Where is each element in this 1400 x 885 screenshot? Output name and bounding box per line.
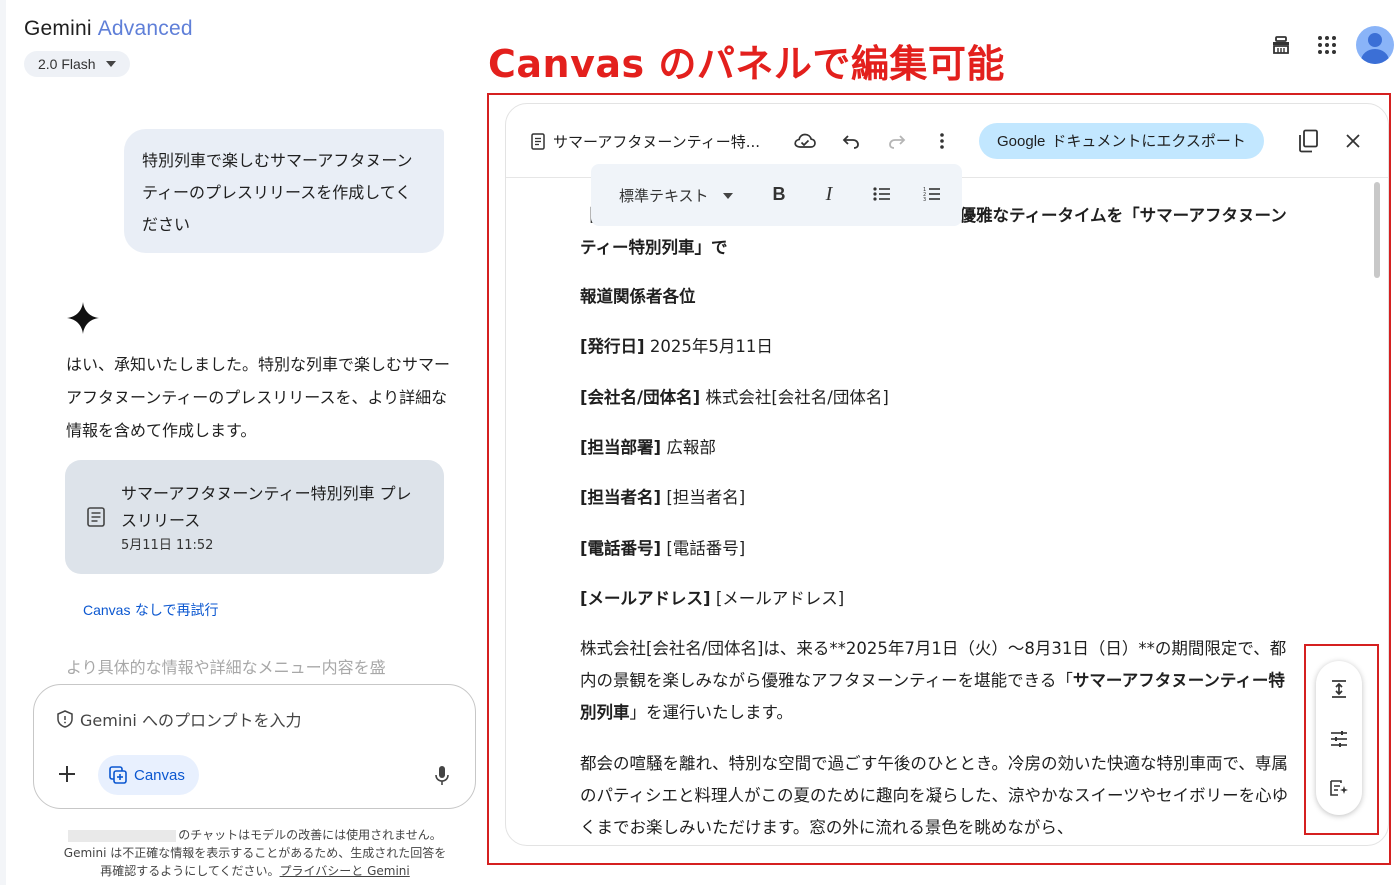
doc-card-title: サマーアフタヌーンティー特別列車 プレスリリース — [121, 484, 412, 530]
undo-icon[interactable] — [840, 130, 862, 152]
canvas-icon — [109, 766, 127, 784]
more-options-icon[interactable] — [931, 130, 953, 152]
app-title: Gemini Advanced — [24, 17, 193, 41]
model-label: 2.0 Flash — [38, 56, 96, 72]
formatting-toolbar: 標準テキスト B I 1 2 3 — [591, 164, 962, 226]
italic-button[interactable]: I — [817, 182, 841, 206]
avatar-body — [1361, 49, 1389, 64]
export-google: Google — [997, 133, 1046, 150]
field-value: [電話番号] — [661, 539, 746, 558]
prompt-placeholder: Gemini へのプロンプトを入力 — [80, 711, 302, 730]
doc-salutation: 報道関係者各位 — [580, 287, 696, 306]
field-value: [メールアドレス] — [710, 589, 845, 608]
canvas-label: Canvas — [134, 766, 185, 784]
bulleted-list-icon[interactable] — [870, 182, 894, 206]
doc-paragraph-intro: 株式会社[会社名/団体名]は、来る**2025年7月1日（火）〜8月31日（日）… — [580, 633, 1300, 729]
chevron-down-icon — [105, 61, 116, 67]
annotation-frame-side-tools — [1304, 644, 1379, 835]
doc-field-phone: [電話番号] [電話番号] — [580, 533, 1300, 565]
scrollbar[interactable] — [1374, 182, 1380, 278]
brand-tier: Advanced — [97, 17, 193, 40]
redo-icon[interactable] — [886, 130, 908, 152]
suggestion-text: より具体的な情報や詳細なメニュー内容を盛 — [66, 658, 386, 677]
annotation-headline: Canvas のパネルで編集可能 — [488, 42, 1005, 86]
field-label: [電話番号] — [580, 539, 662, 558]
canvas-panel: サマーアフタヌーンティー特... Google ドキュメントにエクスポート 標準… — [505, 103, 1389, 846]
canvas-title-text: サマーアフタヌーンティー特... — [553, 133, 761, 151]
doc-field-date: [発行日] 2025年5月11日 — [580, 331, 1300, 363]
retry-suffix: なしで再試行 — [130, 603, 219, 619]
doc-field-email: [メールアドレス] [メールアドレス] — [580, 583, 1300, 615]
bold-button[interactable]: B — [767, 182, 791, 206]
copy-icon[interactable] — [1296, 129, 1320, 153]
document-icon — [87, 507, 105, 527]
field-label: [担当部署] — [580, 438, 662, 457]
model-selector[interactable]: 2.0 Flash — [24, 51, 130, 77]
add-icon[interactable] — [56, 763, 78, 785]
doc-paragraph-body: 都会の喧騒を離れ、特別な空間で過ごす午後のひととき。冷房の効いた快適な特別車両で… — [580, 754, 1289, 837]
field-value: 株式会社[会社名/団体名] — [700, 388, 889, 407]
doc-field-department: [担当部署] 広報部 — [580, 432, 1300, 464]
document-icon — [531, 133, 545, 150]
assistant-reply: はい、承知いたしました。特別な列車で楽しむサマーアフタヌーンティーのプレスリリー… — [66, 355, 451, 440]
doc-card-timestamp: 5月11日 11:52 — [121, 538, 214, 553]
disclaimer: のチャットはモデルの改善には使用されません。 Gemini は不正確な情報を表示… — [20, 826, 490, 880]
retry-without-canvas-link[interactable]: Canvas なしで再試行 — [83, 600, 219, 620]
avatar[interactable] — [1356, 26, 1394, 64]
disclaimer-line-2: Gemini は不正確な情報を表示することがあるため、生成された回答を — [63, 846, 447, 860]
export-label: ドキュメントにエクスポート — [1051, 132, 1246, 150]
apps-grid-icon[interactable] — [1304, 24, 1350, 66]
gemini-sparkle-icon — [67, 302, 99, 334]
canvas-doc-title: サマーアフタヌーンティー特... — [531, 131, 760, 152]
doc-field-contact: [担当者名] [担当者名] — [580, 482, 1300, 514]
avatar-head — [1368, 33, 1382, 47]
svg-text:3: 3 — [923, 197, 926, 202]
numbered-list-icon[interactable]: 1 2 3 — [920, 182, 944, 206]
user-message: 特別列車で楽しむサマーアフタヌーンティーのプレスリリースを作成してください — [124, 129, 444, 253]
field-label: [担当者名] — [580, 488, 662, 507]
field-label: [会社名/団体名] — [580, 388, 701, 407]
text-style-label: 標準テキスト — [619, 187, 709, 205]
chevron-down-icon — [722, 192, 733, 199]
cloud-saved-icon[interactable] — [794, 130, 816, 152]
canvas-doc-card[interactable]: サマーアフタヌーンティー特別列車 プレスリリース 5月11日 11:52 — [65, 460, 444, 574]
retry-prefix: Canvas — [83, 602, 131, 618]
doc-field-company: [会社名/団体名] 株式会社[会社名/団体名] — [580, 382, 1300, 414]
microphone-icon[interactable] — [434, 765, 450, 787]
disclaimer-line-1: のチャットはモデルの改善には使用されません。 — [178, 828, 442, 842]
disclaimer-line-3: 再確認するようにしてください。 — [100, 864, 280, 878]
chat-column: Gemini Advanced 2.0 Flash 特別列車で楽しむサマーアフタヌ… — [0, 0, 486, 885]
sidebar-edge — [0, 0, 6, 885]
field-value: 2025年5月11日 — [644, 337, 773, 356]
cleaning-brush-icon[interactable] — [1258, 24, 1304, 66]
close-icon[interactable] — [1342, 130, 1364, 152]
shield-icon — [57, 710, 73, 728]
redacted-text — [68, 829, 177, 842]
text-style-dropdown[interactable]: 標準テキスト — [619, 185, 733, 206]
field-label: [発行日] — [580, 337, 645, 356]
export-to-docs-button[interactable]: Google ドキュメントにエクスポート — [979, 123, 1264, 159]
intro-end: 」を運行いたします。 — [629, 703, 793, 722]
field-value: 広報部 — [661, 438, 716, 457]
top-bar-icons — [1258, 24, 1394, 66]
brand-name: Gemini — [24, 17, 92, 40]
privacy-link[interactable]: プライバシーと Gemini — [280, 864, 410, 878]
prompt-input-box[interactable]: Gemini へのプロンプトを入力 Canvas — [33, 684, 476, 809]
canvas-toggle-button[interactable]: Canvas — [98, 755, 199, 795]
field-value: [担当者名] — [661, 488, 746, 507]
field-label: [メールアドレス] — [580, 589, 711, 608]
